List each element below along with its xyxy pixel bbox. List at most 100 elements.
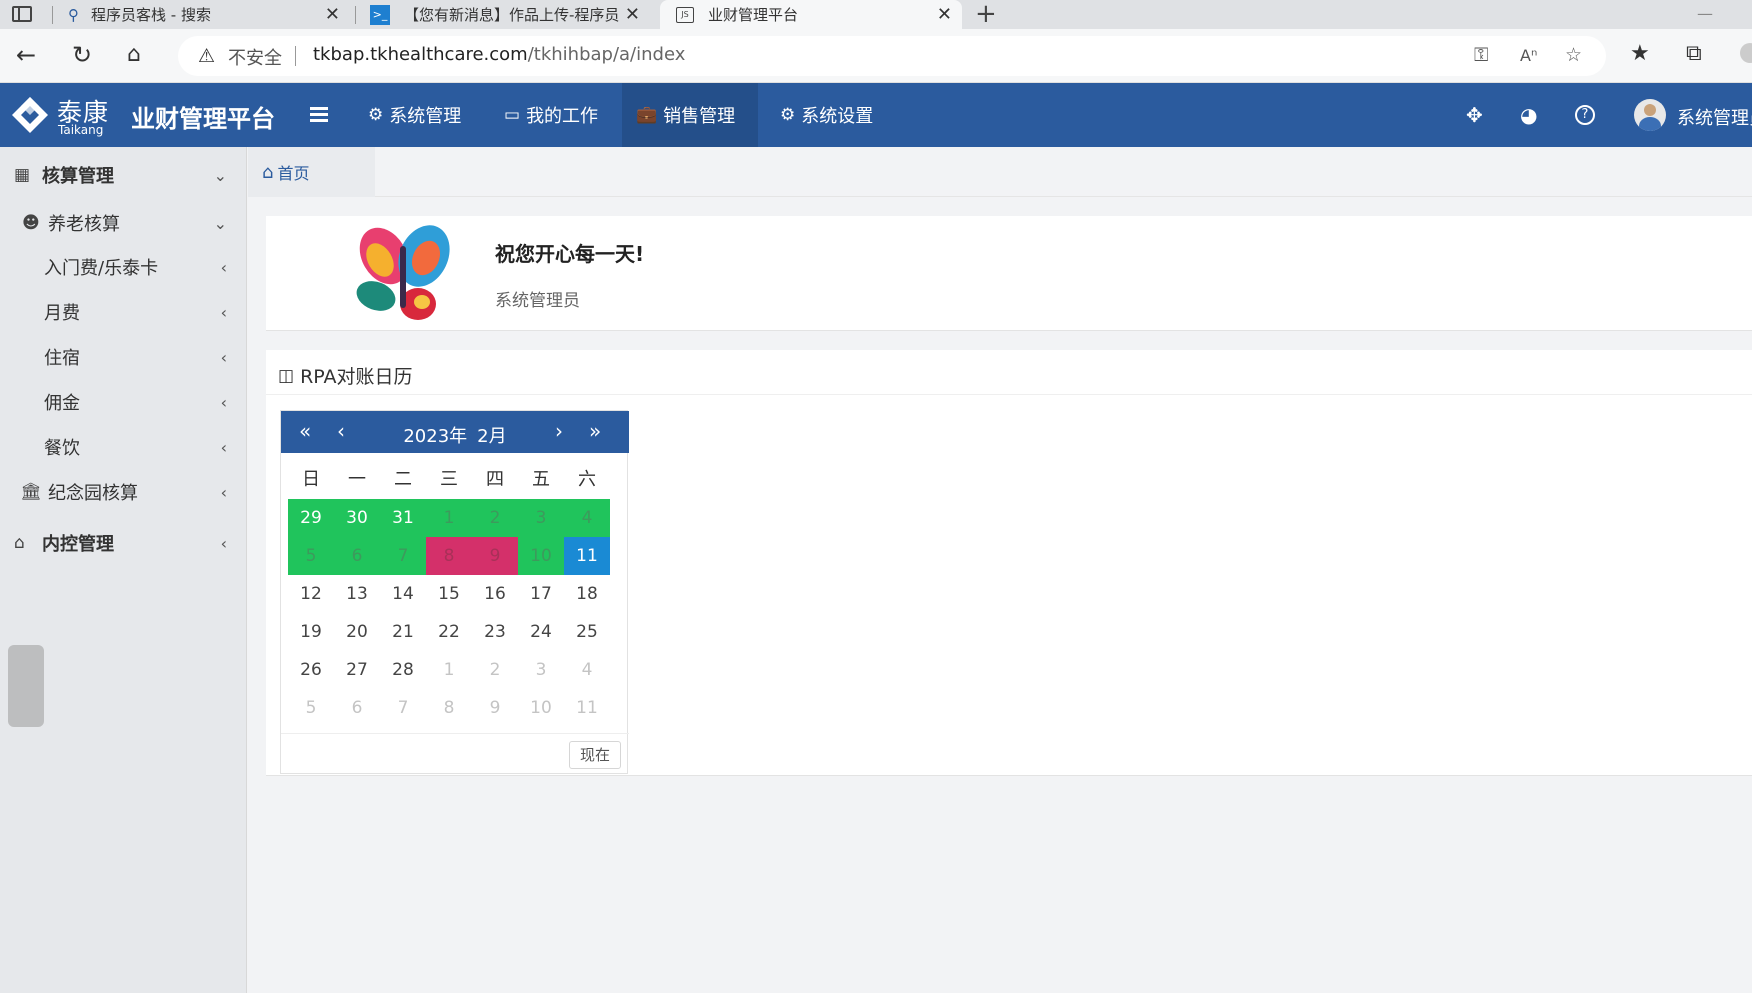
sidebar-item-commission[interactable]: 佣金 ‹	[0, 380, 247, 424]
add-favorite-icon[interactable]: ☆	[1565, 44, 1582, 66]
sidebar-item-monthly-fee[interactable]: 月费 ‹	[0, 290, 247, 334]
calendar-day-cell[interactable]: 4	[564, 651, 610, 689]
nav-system-management[interactable]: ⚙ 系统管理	[354, 83, 475, 147]
calendar-day-cell[interactable]: 7	[380, 537, 426, 575]
profile-icon[interactable]	[1740, 43, 1752, 63]
browser-tab-search[interactable]: ⚲ 程序员客栈 - 搜索 ✕	[60, 0, 350, 29]
calendar-day-cell[interactable]: 7	[380, 689, 426, 727]
calendar-day-cell[interactable]: 6	[334, 689, 380, 727]
refresh-icon[interactable]: ↻	[72, 41, 92, 69]
calendar-day-cell[interactable]: 3	[518, 499, 564, 537]
calendar-day-cell[interactable]: 29	[288, 499, 334, 537]
favorites-icon[interactable]: ★	[1630, 41, 1650, 66]
calendar-day-cell[interactable]: 4	[564, 499, 610, 537]
calendar-day-cell[interactable]: 10	[518, 537, 564, 575]
calendar-day-cell[interactable]: 17	[518, 575, 564, 613]
sidebar-item-accounting[interactable]: ▦ 核算管理 ⌄	[0, 153, 247, 197]
key-icon[interactable]: ⚿	[1474, 44, 1488, 66]
calendar-day-cell[interactable]: 14	[380, 575, 426, 613]
browser-tab-active[interactable]: JS 业财管理平台 ✕	[660, 0, 962, 29]
calendar-day-cell[interactable]: 8	[426, 537, 472, 575]
sidebar-item-label: 核算管理	[42, 166, 114, 187]
calendar-day-cell[interactable]: 6	[334, 537, 380, 575]
calendar-day-cell[interactable]: 9	[472, 537, 518, 575]
insecure-label[interactable]: 不安全	[228, 44, 282, 70]
chevron-left-icon: ‹	[220, 392, 227, 412]
dashboard-icon[interactable]: ◕	[1520, 103, 1537, 127]
calendar-day-cell[interactable]: 5	[288, 537, 334, 575]
calendar-day-cell[interactable]: 16	[472, 575, 518, 613]
calendar-day-cell[interactable]: 25	[564, 613, 610, 651]
calendar-month[interactable]: 2月	[477, 426, 506, 447]
sidebar-item-accommodation[interactable]: 住宿 ‹	[0, 335, 247, 379]
calendar-day-cell[interactable]: 21	[380, 613, 426, 651]
minimize-icon[interactable]: —	[1697, 4, 1713, 23]
calendar-day-cell[interactable]: 31	[380, 499, 426, 537]
close-icon[interactable]: ✕	[625, 4, 640, 25]
calendar-day-cell[interactable]: 2	[472, 651, 518, 689]
calendar-day-cell[interactable]: 20	[334, 613, 380, 651]
calendar-day-cell[interactable]: 23	[472, 613, 518, 651]
calendar-day-cell[interactable]: 22	[426, 613, 472, 651]
tab-separator	[355, 6, 356, 24]
calendar-day-cell[interactable]: 15	[426, 575, 472, 613]
browser-tab-message[interactable]: >_ 【您有新消息】作品上传-程序员 ✕	[360, 0, 650, 29]
tab-title: 程序员客栈 - 搜索	[91, 6, 211, 24]
warning-icon[interactable]: ⚠	[198, 45, 215, 67]
calendar-day-cell[interactable]: 28	[380, 651, 426, 689]
sidebar-item-memorial-park[interactable]: 🏛 纪念园核算 ‹	[0, 470, 247, 514]
next-month-icon[interactable]: ›	[555, 419, 563, 443]
calendar-day-cell[interactable]: 30	[334, 499, 380, 537]
menu-toggle-icon[interactable]	[310, 107, 328, 123]
url-host: tkbap.tkhealthcare.com	[313, 44, 528, 65]
sidebar-item-elderly-accounting[interactable]: ☻ 养老核算 ⌄	[0, 201, 247, 245]
calendar-day-cell[interactable]: 24	[518, 613, 564, 651]
calendar-day-cell[interactable]: 10	[518, 689, 564, 727]
nav-my-work[interactable]: ▭ 我的工作	[490, 83, 612, 147]
close-icon[interactable]: ✕	[937, 4, 952, 25]
calendar-day-cell[interactable]: 27	[334, 651, 380, 689]
nav-sales-management[interactable]: 💼 销售管理	[622, 83, 758, 147]
calendar-day-cell[interactable]: 18	[564, 575, 610, 613]
calendar-day-cell[interactable]: 19	[288, 613, 334, 651]
home-icon[interactable]: ⌂	[127, 41, 141, 69]
fullscreen-icon[interactable]: ✥	[1466, 103, 1483, 127]
user-name[interactable]: 系统管理员	[1677, 104, 1752, 130]
calendar-day-cell[interactable]: 9	[472, 689, 518, 727]
weekday-header: 日 一 二 三 四 五 六	[288, 465, 610, 493]
gear-icon: ⚙	[780, 105, 796, 125]
avatar[interactable]	[1634, 99, 1666, 131]
calendar-day-cell[interactable]: 1	[426, 651, 472, 689]
url-text[interactable]: tkbap.tkhealthcare.com/tkhihbap/a/index	[313, 44, 685, 65]
calendar-day-cell[interactable]: 12	[288, 575, 334, 613]
sidebar-item-internal-control[interactable]: ⌂ 内控管理 ‹	[0, 521, 247, 565]
calendar-day-cell[interactable]: 11	[564, 537, 610, 575]
next-year-icon[interactable]: »	[589, 419, 601, 443]
collections-icon[interactable]: ⧉	[1686, 41, 1702, 66]
calendar-day-cell[interactable]: 8	[426, 689, 472, 727]
sidebar-item-catering[interactable]: 餐饮 ‹	[0, 425, 247, 469]
calendar-day-cell[interactable]: 5	[288, 689, 334, 727]
tab-home[interactable]: ⌂ 首页	[248, 147, 375, 197]
tab-actions-icon[interactable]	[12, 6, 32, 22]
sidebar-drag-handle[interactable]	[8, 645, 44, 727]
calendar-day-cell[interactable]: 11	[564, 689, 610, 727]
calendar-day-cell[interactable]: 1	[426, 499, 472, 537]
nav-label: 销售管理	[663, 106, 736, 127]
calendar-day-cell[interactable]: 3	[518, 651, 564, 689]
divider	[266, 394, 1752, 395]
help-icon[interactable]: ?	[1575, 105, 1595, 125]
now-button[interactable]: 现在	[569, 741, 621, 769]
close-icon[interactable]: ✕	[325, 4, 340, 25]
calendar-year[interactable]: 2023年	[403, 426, 467, 447]
address-bar[interactable]: ⚠ 不安全 tkbap.tkhealthcare.com/tkhihbap/a/…	[178, 36, 1606, 76]
back-icon[interactable]: ←	[16, 41, 36, 69]
nav-system-settings[interactable]: ⚙ 系统设置	[766, 83, 887, 147]
read-aloud-icon[interactable]: Aⁿ	[1520, 46, 1537, 65]
sidebar-item-entry-fee[interactable]: 入门费/乐泰卡 ‹	[0, 245, 247, 289]
calendar-day-cell[interactable]: 2	[472, 499, 518, 537]
calendar-week-row: 26 27 28 1 2 3 4	[288, 651, 610, 689]
new-tab-button[interactable]: +	[975, 0, 997, 28]
calendar-day-cell[interactable]: 26	[288, 651, 334, 689]
calendar-day-cell[interactable]: 13	[334, 575, 380, 613]
